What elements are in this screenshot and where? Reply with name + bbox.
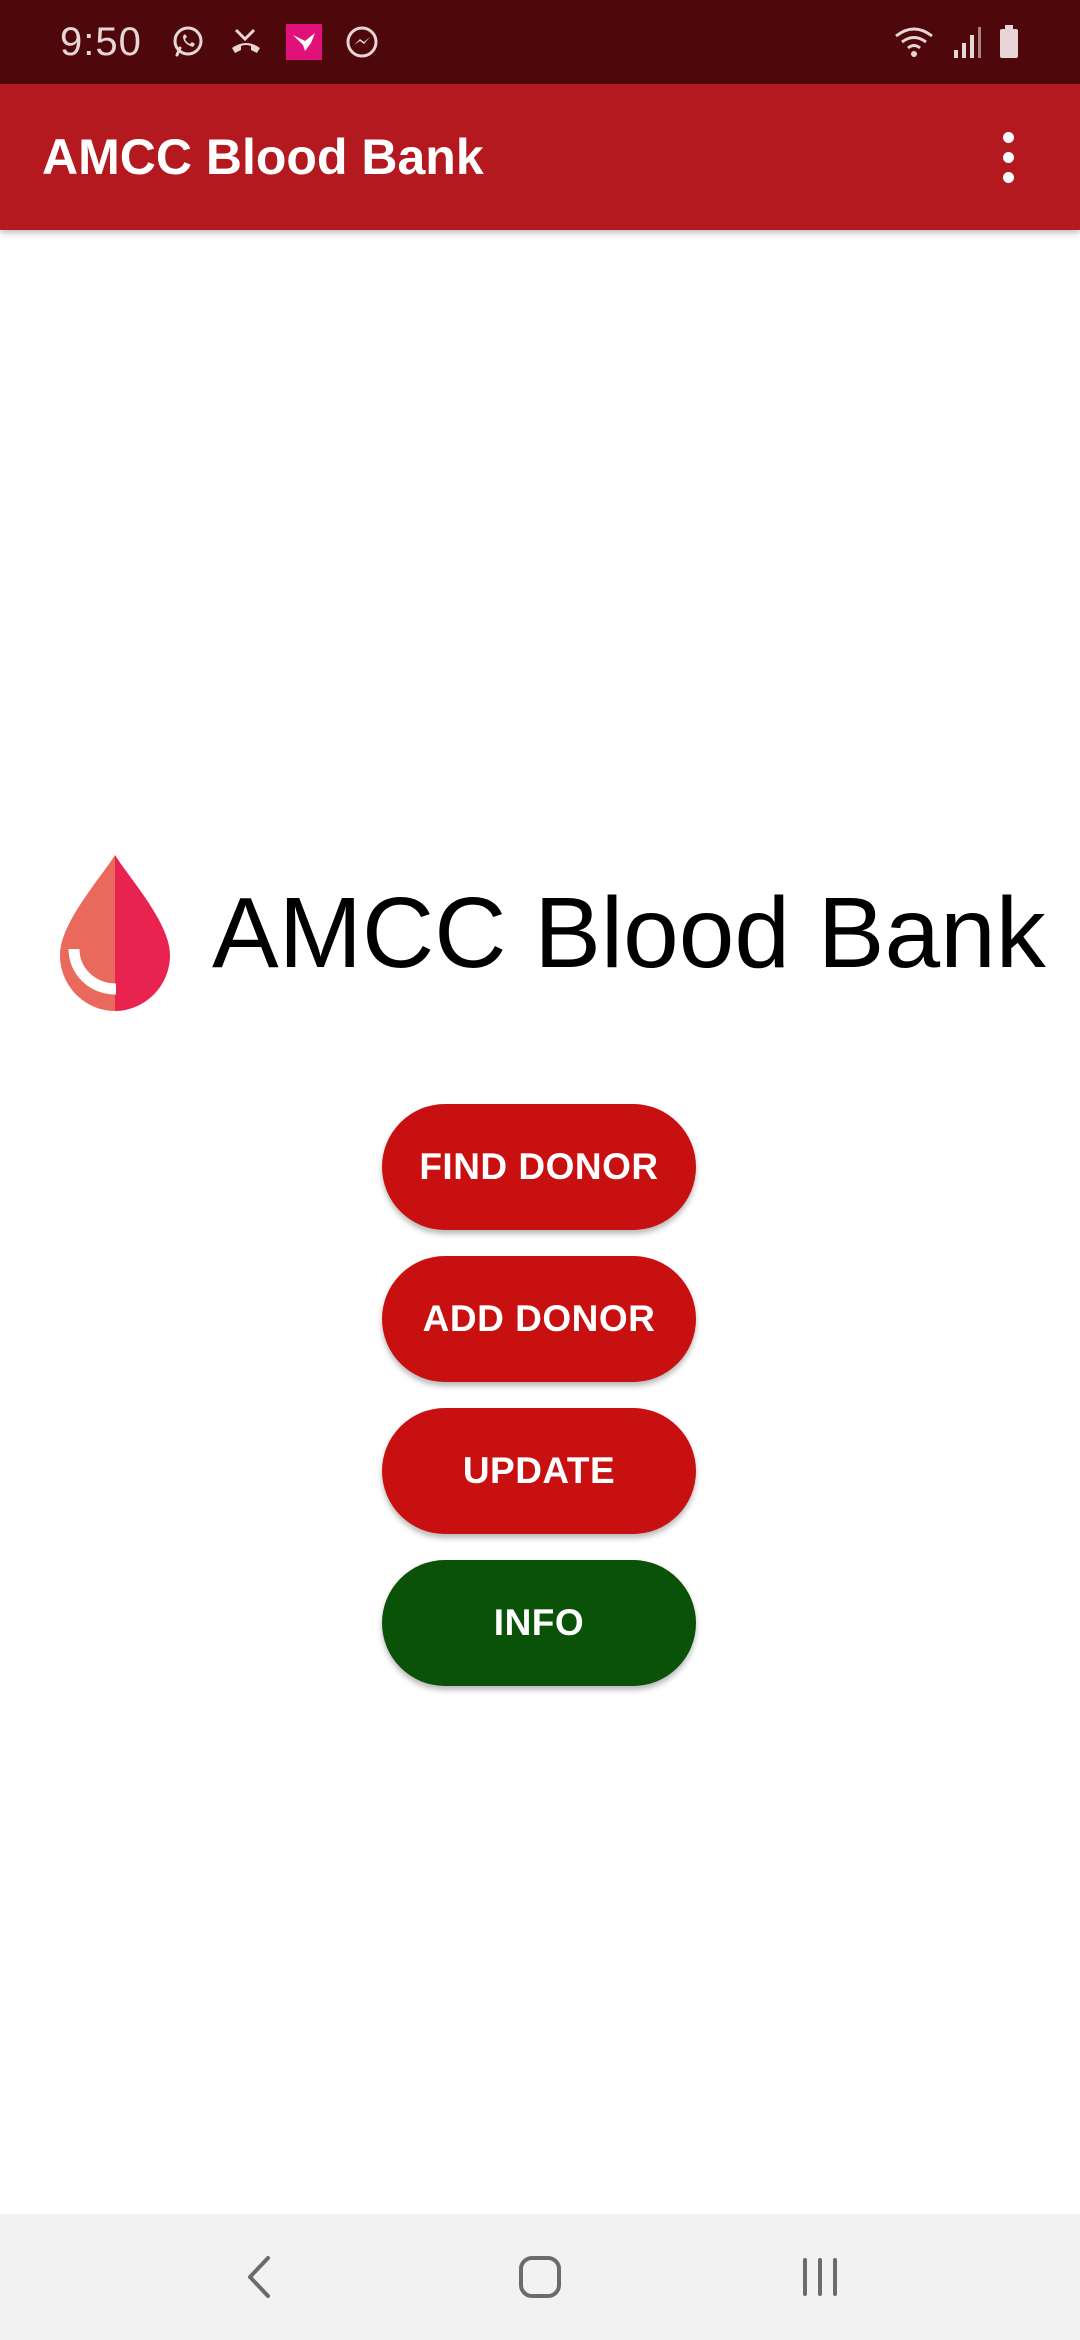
blood-drop-icon — [60, 855, 170, 1011]
navigation-bar — [0, 2214, 1080, 2340]
status-bar: 9:50 — [0, 0, 1080, 84]
notification-icons — [168, 22, 382, 62]
app-title: AMCC Blood Bank — [42, 129, 484, 185]
system-icons — [892, 22, 1020, 62]
more-options-button[interactable] — [978, 117, 1038, 197]
info-button[interactable]: INFO — [382, 1560, 696, 1686]
update-button[interactable]: UPDATE — [382, 1408, 696, 1534]
whatsapp-icon — [168, 22, 208, 62]
status-time: 9:50 — [60, 19, 142, 64]
back-icon — [248, 2256, 270, 2298]
home-icon — [519, 2256, 561, 2298]
bird-app-icon — [284, 22, 324, 62]
signal-icon — [952, 22, 982, 62]
wifi-icon — [892, 22, 936, 62]
find-donor-button[interactable]: FIND DONOR — [382, 1104, 696, 1230]
messenger-icon — [342, 22, 382, 62]
more-vert-icon — [1002, 131, 1014, 143]
logo-text: AMCC Blood Bank — [212, 876, 1046, 989]
logo: AMCC Blood Bank — [56, 850, 1046, 1016]
recents-button[interactable] — [760, 2227, 880, 2327]
battery-icon — [998, 22, 1020, 62]
app-bar: AMCC Blood Bank — [0, 84, 1080, 230]
missed-call-icon — [226, 22, 266, 62]
screen: 9:50 AMCC Blood Bank AMCC Blood Bank FIN… — [0, 0, 1080, 2340]
back-button[interactable] — [200, 2227, 320, 2327]
add-donor-button[interactable]: ADD DONOR — [382, 1256, 696, 1382]
recents-icon — [803, 2258, 837, 2296]
home-button[interactable] — [480, 2227, 600, 2327]
